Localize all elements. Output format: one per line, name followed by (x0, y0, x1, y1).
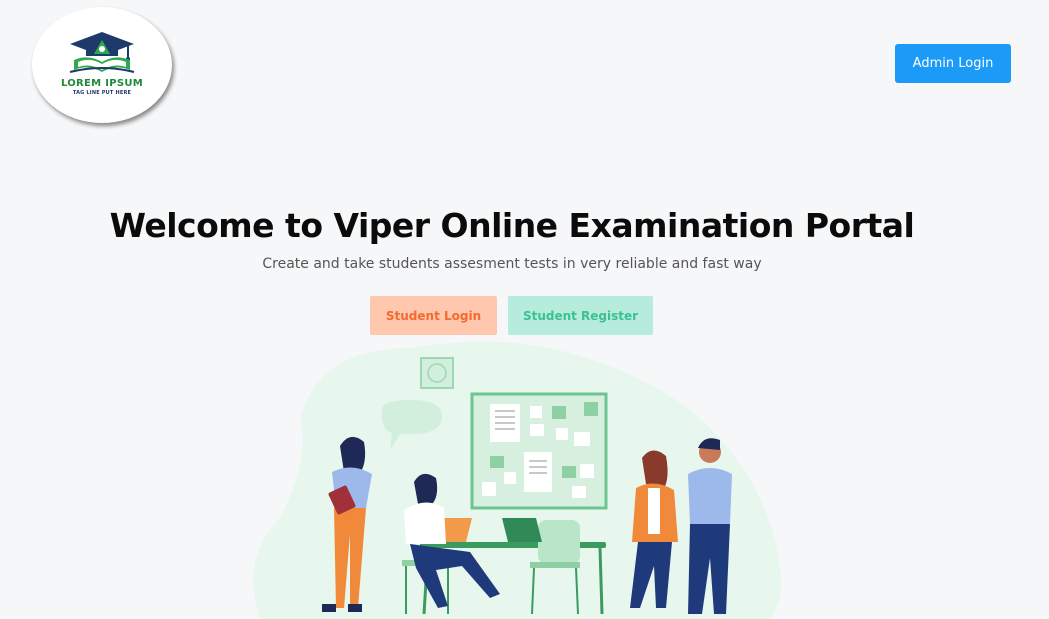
logo[interactable]: LOREM IPSUM TAG LINE PUT HERE (32, 7, 172, 123)
logo-title: LOREM IPSUM (60, 78, 144, 89)
page-subtitle: Create and take students assesment tests… (262, 256, 762, 272)
student-register-button[interactable]: Student Register (508, 296, 653, 335)
wall-clock-icon (420, 357, 454, 389)
logo-tagline: TAG LINE PUT HERE (72, 90, 132, 96)
bulletin-board (470, 392, 608, 510)
page-title: Welcome to Viper Online Examination Port… (109, 206, 915, 245)
admin-login-button[interactable]: Admin Login (895, 44, 1011, 83)
office-team-illustration (253, 341, 782, 619)
graduation-cap-book-icon (69, 32, 135, 73)
student-login-button[interactable]: Student Login (370, 296, 497, 335)
